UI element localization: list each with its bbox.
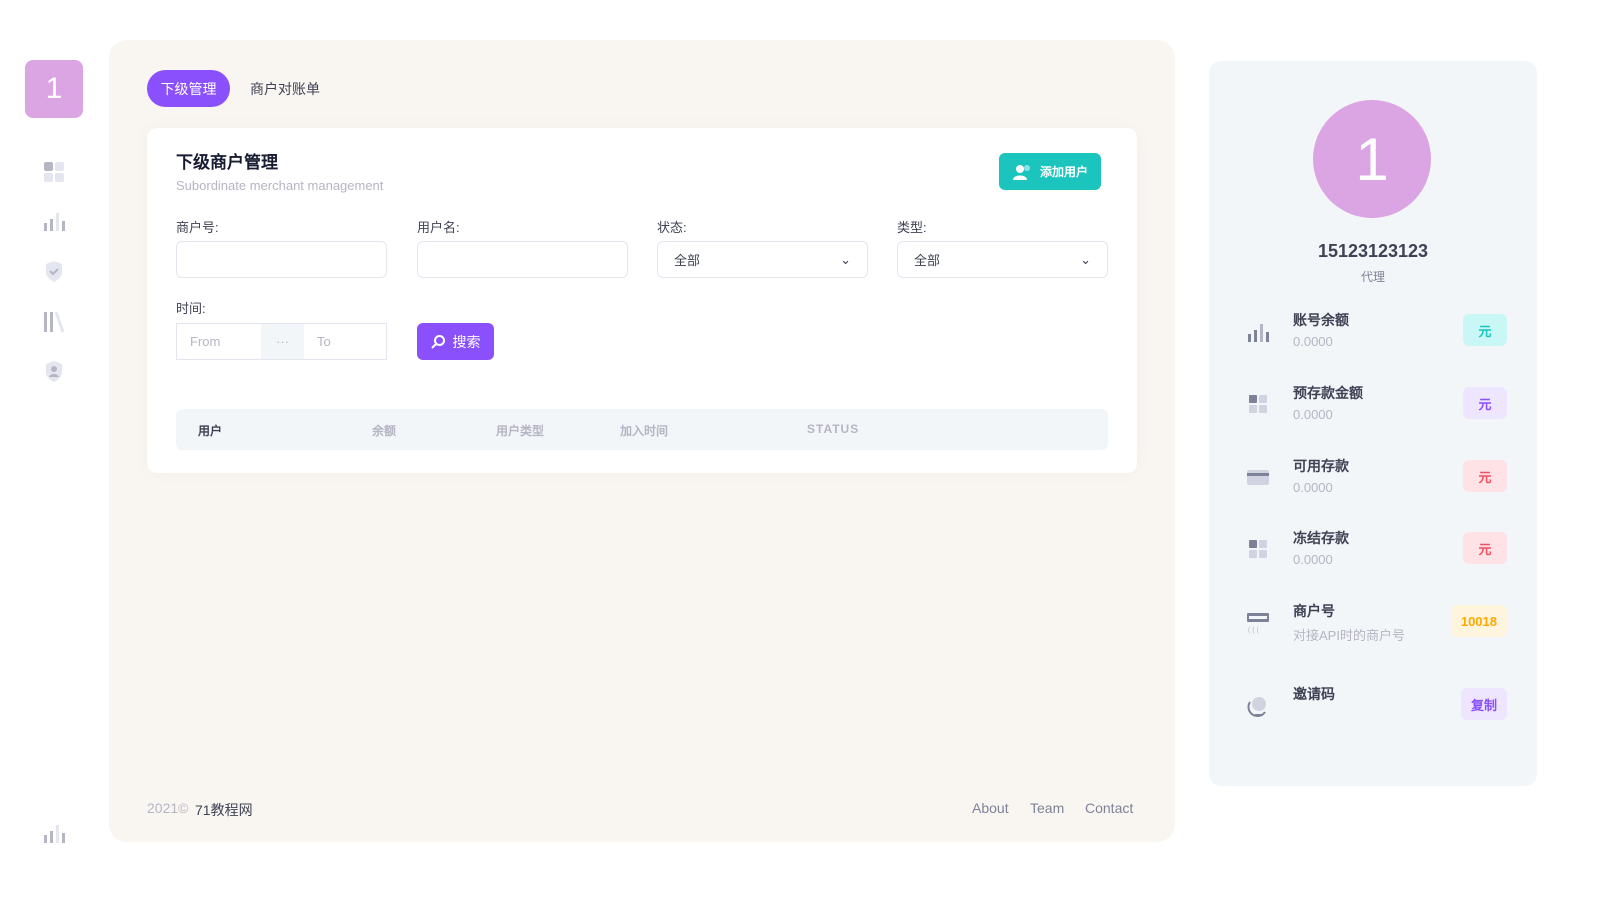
terminal-icon: ( ( ( <box>1247 613 1269 634</box>
svg-text:( ( (: ( ( ( <box>1248 627 1260 634</box>
currency-badge: 元 <box>1463 532 1507 564</box>
date-range: From ··· To <box>176 323 387 360</box>
avatar: 1 <box>1313 100 1431 218</box>
status-select[interactable]: 全部 ⌄ <box>657 241 868 278</box>
footer-team[interactable]: Team <box>1030 800 1064 816</box>
tab-subordinate-management[interactable]: 下级管理 <box>147 70 230 107</box>
site-link[interactable]: 71教程网 <box>195 800 253 820</box>
chevron-down-icon: ⌄ <box>1080 251 1091 267</box>
merchant-no-item: ( ( ( 商户号对接API时的商户号 10018 <box>1245 601 1507 647</box>
dashboard-icon <box>1249 540 1267 558</box>
status-label: 状态: <box>657 220 687 235</box>
chart-icon <box>1248 324 1269 342</box>
dashboard-icon <box>1249 395 1267 413</box>
header-join-time: 加入时间 <box>620 424 669 438</box>
header-balance: 余额 <box>372 424 397 438</box>
item-value: 0.0000 <box>1293 407 1333 422</box>
table-header: 用户 余额 用户类型 加入时间 STATUS <box>176 409 1108 450</box>
frozen-item: 冻结存款 0.0000 元 <box>1245 528 1507 574</box>
credit-card-icon <box>1247 470 1269 485</box>
merchant-no-input[interactable] <box>176 241 387 278</box>
chart-icon[interactable] <box>42 822 66 846</box>
item-title: 冻结存款 <box>1293 530 1349 546</box>
profile-phone: 15123123123 <box>1317 241 1429 261</box>
type-label: 类型: <box>897 220 927 235</box>
balance-item: 账号余额 0.0000 元 <box>1245 310 1507 356</box>
tab-merchant-statement[interactable]: 商户对账单 <box>240 70 330 107</box>
shield-user-icon[interactable] <box>42 360 66 384</box>
username-input[interactable] <box>417 241 628 278</box>
item-title: 预存款金额 <box>1293 385 1363 401</box>
dashboard-icon[interactable] <box>42 160 66 184</box>
add-user-button[interactable]: 添加用户 <box>999 153 1101 190</box>
add-user-label: 添加用户 <box>1039 165 1088 179</box>
item-value: 0.0000 <box>1293 552 1333 567</box>
copy-button[interactable]: 复制 <box>1460 688 1507 720</box>
date-separator: ··· <box>261 324 304 359</box>
item-title: 账号余额 <box>1293 312 1349 328</box>
profile-role: 代理 <box>1360 270 1385 284</box>
item-title: 邀请码 <box>1293 686 1335 702</box>
currency-badge: 元 <box>1463 387 1507 419</box>
shield-check-icon[interactable] <box>42 260 66 284</box>
currency-badge: 元 <box>1463 460 1507 492</box>
logo[interactable]: 1 <box>25 60 83 118</box>
card-title: 下级商户管理 <box>176 153 278 172</box>
merchant-no-label: 商户号: <box>176 220 219 235</box>
item-value: 对接API时的商户号 <box>1293 628 1405 643</box>
header-user-type: 用户类型 <box>496 424 545 438</box>
chart-icon[interactable] <box>42 210 66 234</box>
status-value: 全部 <box>674 253 701 268</box>
search-label: 搜索 <box>452 333 481 350</box>
chevron-down-icon: ⌄ <box>840 251 851 267</box>
currency-badge: 元 <box>1463 314 1507 346</box>
date-from-input[interactable]: From <box>177 324 261 359</box>
date-to-input[interactable]: To <box>304 324 386 359</box>
header-status: STATUS <box>807 422 860 436</box>
footer-contact[interactable]: Contact <box>1085 800 1133 816</box>
prepaid-item: 预存款金额 0.0000 元 <box>1245 383 1507 429</box>
globe-icon <box>1247 697 1266 717</box>
item-value: 0.0000 <box>1293 480 1333 495</box>
search-button[interactable]: 搜索 <box>417 323 494 360</box>
item-value: 0.0000 <box>1293 334 1333 349</box>
footer-about[interactable]: About <box>972 800 1009 816</box>
type-value: 全部 <box>914 253 941 268</box>
item-title: 可用存款 <box>1293 458 1349 474</box>
library-icon[interactable] <box>42 310 66 334</box>
merchant-id-badge: 10018 <box>1450 605 1507 637</box>
time-label: 时间: <box>176 301 206 316</box>
users-icon <box>1012 164 1030 180</box>
search-icon <box>430 334 445 349</box>
card-subtitle: Subordinate merchant management <box>176 178 384 193</box>
copyright: 2021© <box>147 800 189 816</box>
type-select[interactable]: 全部 ⌄ <box>897 241 1108 278</box>
available-item: 可用存款 0.0000 元 <box>1245 456 1507 502</box>
username-label: 用户名: <box>417 220 460 235</box>
invite-code-item: 邀请码 复制 <box>1245 684 1507 730</box>
item-title: 商户号 <box>1293 603 1335 619</box>
header-user[interactable]: 用户 <box>198 422 222 439</box>
